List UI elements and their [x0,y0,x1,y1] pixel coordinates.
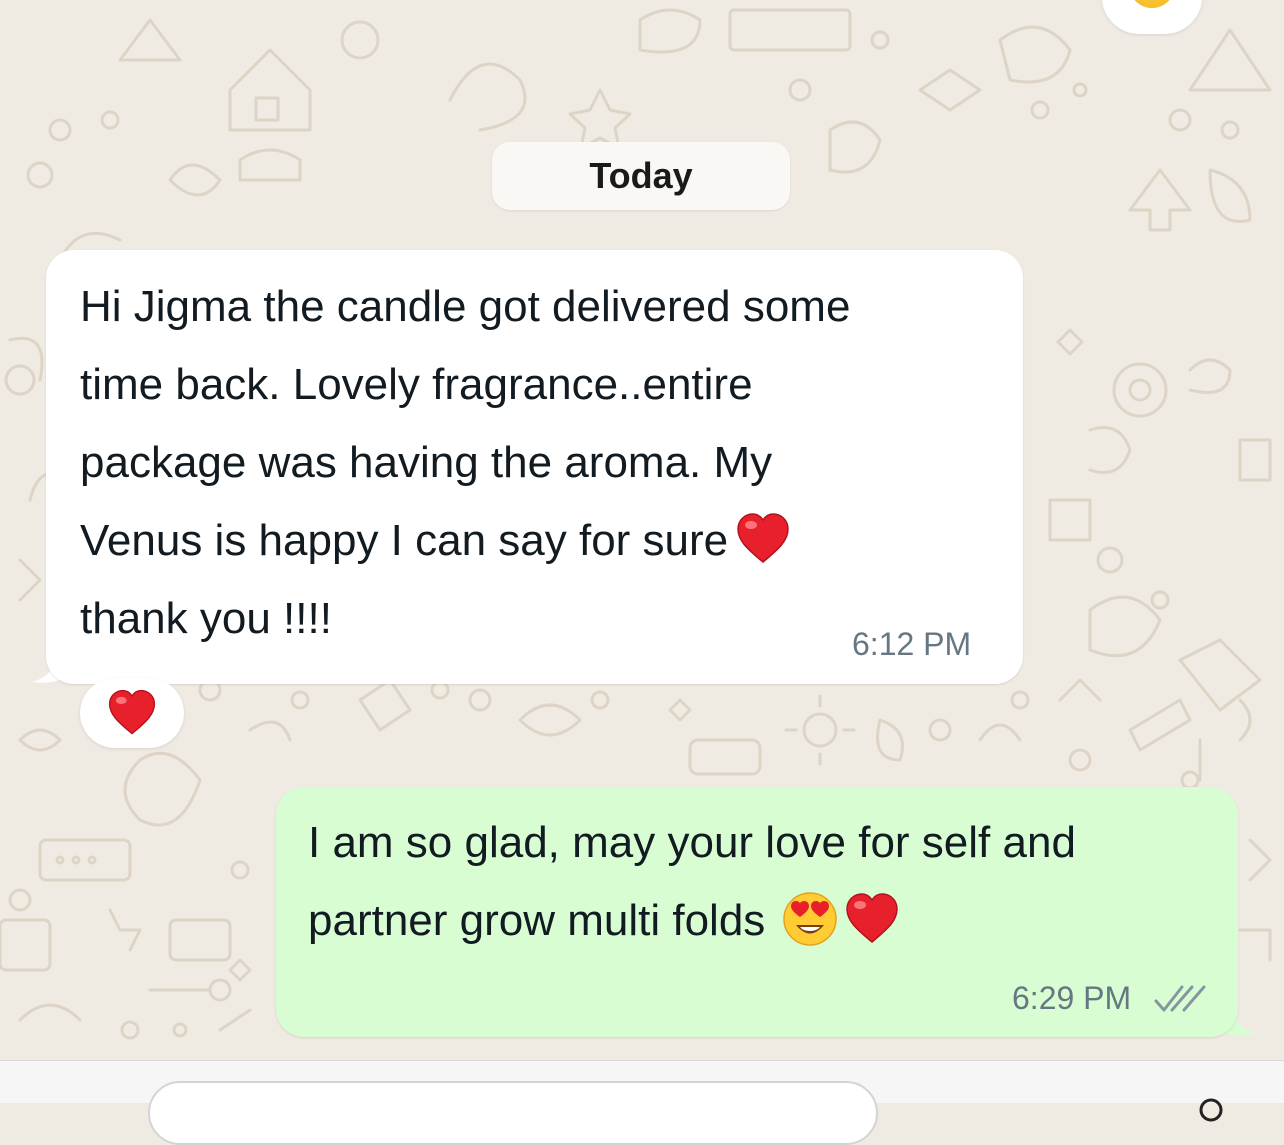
message-line: I am so glad, may your love for self and [308,818,1076,867]
outgoing-message-text: I am so glad, may your love for self and… [308,804,1076,960]
incoming-message-text: Hi Jigma the candle got delivered some t… [80,268,850,658]
camera-icon[interactable] [1196,1095,1226,1125]
composer-bar [0,1060,1284,1145]
message-line: time back. Lovely fragrance..entire [80,360,753,409]
double-check-icon [1154,985,1206,1012]
message-line: Venus is happy I can say for sure [80,502,850,580]
message-line: package was having the aroma. My [80,438,773,487]
heart-eyes-icon [783,892,838,947]
red-heart-icon [846,893,899,944]
red-heart-icon [737,513,789,564]
date-divider: Today [492,142,790,210]
message-timestamp: 6:29 PM [1012,980,1132,1016]
message-line: thank you !!!! [80,594,332,643]
message-line: Hi Jigma the candle got delivered some [80,282,851,331]
message-line: partner grow multi folds [308,882,1076,960]
message-input[interactable] [148,1081,878,1145]
smiling-face-icon [1129,0,1175,8]
red-heart-icon [108,689,156,735]
message-timestamp: 6:12 PM [852,626,972,662]
message-line-text: partner grow multi folds [308,896,766,945]
reaction-chip[interactable] [80,678,184,748]
message-line-text: Venus is happy I can say for sure [80,516,729,565]
